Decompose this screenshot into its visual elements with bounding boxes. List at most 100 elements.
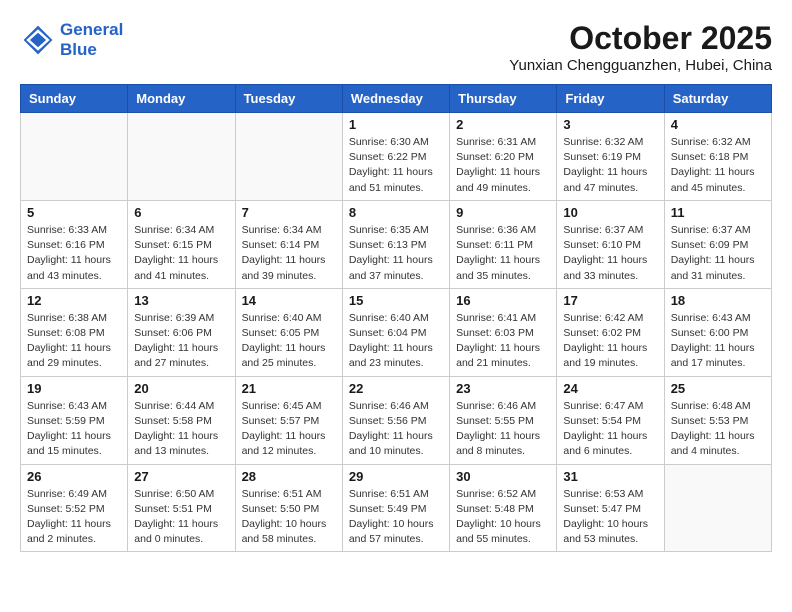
day-info: Sunrise: 6:51 AM Sunset: 5:50 PM Dayligh… <box>242 487 336 548</box>
day-number: 15 <box>349 293 443 308</box>
calendar-cell: 6Sunrise: 6:34 AM Sunset: 6:15 PM Daylig… <box>128 200 235 288</box>
day-info: Sunrise: 6:47 AM Sunset: 5:54 PM Dayligh… <box>563 399 657 460</box>
day-info: Sunrise: 6:46 AM Sunset: 5:55 PM Dayligh… <box>456 399 550 460</box>
page: General Blue October 2025 Yunxian Chengg… <box>0 0 792 562</box>
calendar-week-1: 5Sunrise: 6:33 AM Sunset: 6:16 PM Daylig… <box>21 200 772 288</box>
header: General Blue October 2025 Yunxian Chengg… <box>20 20 772 74</box>
calendar-week-3: 19 Sunrise: 6:43 AM Sunset: 5:59 PM Dayli… <box>21 376 772 464</box>
day-info: Sunrise: 6:42 AM Sunset: 6:02 PM Dayligh… <box>563 311 657 372</box>
month-title: October 2025 <box>509 20 772 57</box>
day-number: 30 <box>456 469 550 484</box>
calendar-cell <box>21 113 128 201</box>
calendar-header-sunday: Sunday <box>21 85 128 113</box>
calendar-header-wednesday: Wednesday <box>342 85 449 113</box>
calendar-header-monday: Monday <box>128 85 235 113</box>
calendar-cell: 12Sunrise: 6:38 AM Sunset: 6:08 PM Dayli… <box>21 288 128 376</box>
day-number: 19 <box>27 381 121 396</box>
day-info: Sunrise: 6:45 AM Sunset: 5:57 PM Dayligh… <box>242 399 336 460</box>
day-number: 24 <box>563 381 657 396</box>
day-info: Sunrise: 6:39 AM Sunset: 6:06 PM Dayligh… <box>134 311 228 372</box>
calendar-cell: 23 Sunrise: 6:46 AM Sunset: 5:55 PM Dayli… <box>450 376 557 464</box>
calendar-cell: 3Sunrise: 6:32 AM Sunset: 6:19 PM Daylig… <box>557 113 664 201</box>
calendar-header-friday: Friday <box>557 85 664 113</box>
calendar-cell: 14 Sunrise: 6:40 AM Sunset: 6:05 PM Dayli… <box>235 288 342 376</box>
calendar-cell <box>128 113 235 201</box>
day-info: Sunrise: 6:41 AM Sunset: 6:03 PM Dayligh… <box>456 311 550 372</box>
calendar-header-tuesday: Tuesday <box>235 85 342 113</box>
day-number: 8 <box>349 205 443 220</box>
logo: General Blue <box>20 20 123 60</box>
day-info: Sunrise: 6:46 AM Sunset: 5:56 PM Dayligh… <box>349 399 443 460</box>
day-number: 4 <box>671 117 765 132</box>
calendar-cell: 15 Sunrise: 6:40 AM Sunset: 6:04 PM Dayli… <box>342 288 449 376</box>
day-info: Sunrise: 6:34 AM Sunset: 6:14 PM Dayligh… <box>242 223 336 284</box>
calendar-cell <box>664 464 771 552</box>
day-number: 10 <box>563 205 657 220</box>
calendar-week-0: 1Sunrise: 6:30 AM Sunset: 6:22 PM Daylig… <box>21 113 772 201</box>
calendar-cell: 2 Sunrise: 6:31 AM Sunset: 6:20 PM Daylig… <box>450 113 557 201</box>
calendar-week-2: 12Sunrise: 6:38 AM Sunset: 6:08 PM Dayli… <box>21 288 772 376</box>
calendar: SundayMondayTuesdayWednesdayThursdayFrid… <box>20 84 772 552</box>
calendar-cell: 13 Sunrise: 6:39 AM Sunset: 6:06 PM Dayli… <box>128 288 235 376</box>
calendar-cell: 25 Sunrise: 6:48 AM Sunset: 5:53 PM Dayli… <box>664 376 771 464</box>
day-info: Sunrise: 6:40 AM Sunset: 6:04 PM Dayligh… <box>349 311 443 372</box>
day-number: 20 <box>134 381 228 396</box>
day-number: 2 <box>456 117 550 132</box>
day-number: 23 <box>456 381 550 396</box>
day-number: 29 <box>349 469 443 484</box>
calendar-cell: 17 Sunrise: 6:42 AM Sunset: 6:02 PM Dayli… <box>557 288 664 376</box>
calendar-cell: 18Sunrise: 6:43 AM Sunset: 6:00 PM Dayli… <box>664 288 771 376</box>
day-number: 13 <box>134 293 228 308</box>
day-number: 22 <box>349 381 443 396</box>
calendar-cell: 5Sunrise: 6:33 AM Sunset: 6:16 PM Daylig… <box>21 200 128 288</box>
day-info: Sunrise: 6:35 AM Sunset: 6:13 PM Dayligh… <box>349 223 443 284</box>
day-info: Sunrise: 6:48 AM Sunset: 5:53 PM Dayligh… <box>671 399 765 460</box>
day-info: Sunrise: 6:51 AM Sunset: 5:49 PM Dayligh… <box>349 487 443 548</box>
calendar-cell: 22 Sunrise: 6:46 AM Sunset: 5:56 PM Dayli… <box>342 376 449 464</box>
calendar-cell: 30Sunrise: 6:52 AM Sunset: 5:48 PM Dayli… <box>450 464 557 552</box>
calendar-cell <box>235 113 342 201</box>
calendar-cell: 10 Sunrise: 6:37 AM Sunset: 6:10 PM Dayli… <box>557 200 664 288</box>
calendar-cell: 7Sunrise: 6:34 AM Sunset: 6:14 PM Daylig… <box>235 200 342 288</box>
day-number: 12 <box>27 293 121 308</box>
day-info: Sunrise: 6:43 AM Sunset: 5:59 PM Dayligh… <box>27 399 121 460</box>
calendar-cell: 24 Sunrise: 6:47 AM Sunset: 5:54 PM Dayli… <box>557 376 664 464</box>
day-number: 3 <box>563 117 657 132</box>
day-info: Sunrise: 6:30 AM Sunset: 6:22 PM Dayligh… <box>349 135 443 196</box>
calendar-week-4: 26Sunrise: 6:49 AM Sunset: 5:52 PM Dayli… <box>21 464 772 552</box>
day-info: Sunrise: 6:31 AM Sunset: 6:20 PM Dayligh… <box>456 135 550 196</box>
calendar-cell: 21 Sunrise: 6:45 AM Sunset: 5:57 PM Dayli… <box>235 376 342 464</box>
calendar-cell: 19 Sunrise: 6:43 AM Sunset: 5:59 PM Dayli… <box>21 376 128 464</box>
calendar-cell: 28 Sunrise: 6:51 AM Sunset: 5:50 PM Dayli… <box>235 464 342 552</box>
calendar-cell: 31Sunrise: 6:53 AM Sunset: 5:47 PM Dayli… <box>557 464 664 552</box>
day-number: 25 <box>671 381 765 396</box>
day-number: 31 <box>563 469 657 484</box>
logo-line1: General <box>60 20 123 40</box>
day-info: Sunrise: 6:36 AM Sunset: 6:11 PM Dayligh… <box>456 223 550 284</box>
day-info: Sunrise: 6:40 AM Sunset: 6:05 PM Dayligh… <box>242 311 336 372</box>
calendar-cell: 8 Sunrise: 6:35 AM Sunset: 6:13 PM Daylig… <box>342 200 449 288</box>
day-number: 16 <box>456 293 550 308</box>
day-info: Sunrise: 6:37 AM Sunset: 6:10 PM Dayligh… <box>563 223 657 284</box>
day-number: 14 <box>242 293 336 308</box>
calendar-cell: 16 Sunrise: 6:41 AM Sunset: 6:03 PM Dayli… <box>450 288 557 376</box>
logo-text: General Blue <box>60 20 123 60</box>
calendar-cell: 11Sunrise: 6:37 AM Sunset: 6:09 PM Dayli… <box>664 200 771 288</box>
calendar-cell: 27Sunrise: 6:50 AM Sunset: 5:51 PM Dayli… <box>128 464 235 552</box>
day-number: 6 <box>134 205 228 220</box>
day-number: 28 <box>242 469 336 484</box>
day-info: Sunrise: 6:32 AM Sunset: 6:18 PM Dayligh… <box>671 135 765 196</box>
day-number: 5 <box>27 205 121 220</box>
logo-line2: Blue <box>60 40 123 60</box>
calendar-header-row: SundayMondayTuesdayWednesdayThursdayFrid… <box>21 85 772 113</box>
day-info: Sunrise: 6:50 AM Sunset: 5:51 PM Dayligh… <box>134 487 228 548</box>
calendar-cell: 29 Sunrise: 6:51 AM Sunset: 5:49 PM Dayli… <box>342 464 449 552</box>
calendar-cell: 1Sunrise: 6:30 AM Sunset: 6:22 PM Daylig… <box>342 113 449 201</box>
day-number: 26 <box>27 469 121 484</box>
logo-icon <box>20 22 56 58</box>
calendar-cell: 26Sunrise: 6:49 AM Sunset: 5:52 PM Dayli… <box>21 464 128 552</box>
day-number: 17 <box>563 293 657 308</box>
day-number: 21 <box>242 381 336 396</box>
location: Yunxian Chengguanzhen, Hubei, China <box>509 57 772 74</box>
day-number: 9 <box>456 205 550 220</box>
